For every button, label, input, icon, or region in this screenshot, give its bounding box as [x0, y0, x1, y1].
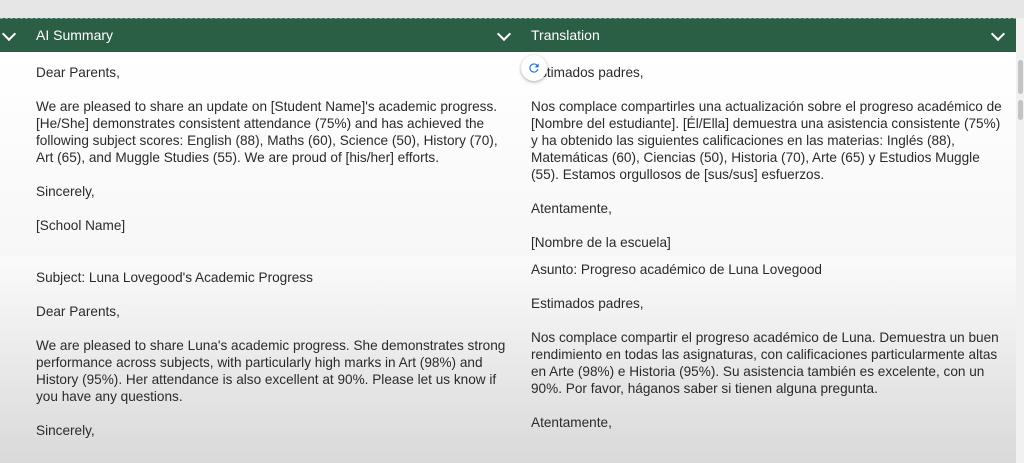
- column-title-ai-summary: AI Summary: [36, 27, 114, 43]
- ai-summary-text: Dear Parents, We are pleased to share an…: [36, 65, 498, 233]
- table-row: Subject: Luna Lovegood's Academic Progre…: [0, 256, 1016, 463]
- top-strip: [0, 0, 1024, 18]
- data-grid: Dear Parents, We are pleased to share an…: [0, 52, 1016, 463]
- refresh-icon: [529, 63, 539, 73]
- refresh-translation-button[interactable]: [521, 55, 547, 81]
- translation-text: Asunto: Progreso académico de Luna Loveg…: [531, 262, 999, 430]
- ai-summary-text: Subject: Luna Lovegood's Academic Progre…: [36, 270, 506, 438]
- column-title-translation: Translation: [531, 27, 600, 43]
- translation-cell[interactable]: Asunto: Progreso académico de Luna Loveg…: [520, 256, 1016, 463]
- ai-summary-cell[interactable]: Subject: Luna Lovegood's Academic Progre…: [0, 256, 520, 463]
- translation-text: Estimados padres, Nos complace compartir…: [531, 65, 1002, 250]
- translation-cell[interactable]: Estimados padres, Nos complace compartir…: [520, 52, 1016, 256]
- ai-summary-cell[interactable]: Dear Parents, We are pleased to share an…: [0, 52, 520, 256]
- table-row: Dear Parents, We are pleased to share an…: [0, 52, 1016, 256]
- table-header: AI Summary Translation: [0, 18, 1016, 52]
- scrollbar-thumb[interactable]: [1018, 60, 1023, 94]
- scrollbar-thumb-secondary[interactable]: [1018, 100, 1023, 120]
- column-header-ai-summary[interactable]: AI Summary: [0, 19, 520, 52]
- column-header-translation[interactable]: Translation: [520, 19, 1016, 52]
